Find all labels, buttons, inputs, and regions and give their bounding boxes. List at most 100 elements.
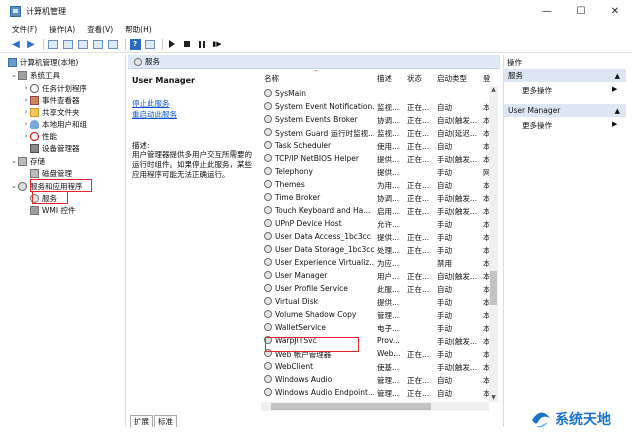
service-gear-icon [264,375,272,383]
service-startup-type: 手动 [437,324,452,333]
actions-section-user-manager[interactable]: User Manager ▲ [504,104,626,117]
vertical-scrollbar[interactable]: ▲ ▼ [489,86,498,402]
collapse-triangle-icon[interactable]: ▲ [615,107,620,115]
more-actions-services[interactable]: 更多操作 ▶ [522,85,617,96]
clock-icon [30,83,39,93]
table-row[interactable]: UPnP Device Host 允许... 手动本 [261,217,499,230]
collapse-triangle-icon[interactable]: ▲ [615,72,620,80]
tree-item-local-users[interactable]: › 本地用户和组 [22,118,87,130]
service-name: Windows Audio [275,375,333,384]
forward-arrow-icon[interactable]: ▶ [25,38,37,50]
table-row[interactable]: User Data Storage_1bc3cc 处理... 正在... 手动本 [261,243,499,256]
menu-help[interactable]: 帮助(H) [125,24,152,35]
properties-button[interactable] [107,38,119,50]
collapse-chevron-icon[interactable]: ⌄ [10,157,18,165]
view-tabs: 扩展 标准 [130,415,178,427]
service-name: UPnP Device Host [275,219,342,228]
service-status: 正在... [407,246,430,255]
tree-item-root[interactable]: 计算机管理(本地) [8,56,78,68]
column-header-startup-type[interactable]: 启动类型 [437,73,481,84]
tree-item-task-scheduler[interactable]: › 任务计划程序 [22,82,87,94]
service-description: 提供... [377,298,400,307]
tree-item-wmi[interactable]: WMI 控件 [30,204,75,216]
show-tree-button[interactable] [62,38,74,50]
table-row[interactable]: Windows Audio Endpoint... 管理... 正在... 自动本 [261,386,499,399]
table-row[interactable]: WalletService 电子... 手动本 [261,321,499,334]
table-row[interactable]: Virtual Disk 提供... 手动本 [261,295,499,308]
scroll-up-arrow-icon[interactable]: ▲ [489,86,498,94]
table-row[interactable]: System Event Notification... 监视... 正在... 自动… [261,100,499,113]
table-row[interactable]: User Manager 用户... 正在... 自动(触发... 本 [261,269,499,282]
expand-chevron-icon[interactable]: › [22,96,30,104]
maximize-button[interactable]: ☐ [564,0,598,22]
service-status: 正在... [407,194,430,203]
table-row[interactable]: Time Broker 协调... 正在... 手动(触发... 本 [261,191,499,204]
vertical-scroll-thumb[interactable] [490,271,497,305]
close-button[interactable]: ✕ [598,0,632,22]
horizontal-scroll-thumb[interactable] [271,403,431,410]
tree-item-shared-folders[interactable]: › 共享文件夹 [22,106,80,118]
menu-action[interactable]: 操作(A) [49,24,75,35]
service-status: 正在... [407,155,430,164]
service-startup-type: 手动 [437,233,452,242]
export-list-button[interactable] [92,38,104,50]
service-description: 为用... [377,181,400,190]
table-row[interactable]: System Guard 运行时监视... 监视... 正在... 自动(延迟... 本 [261,126,499,139]
more-actions-user-manager[interactable]: 更多操作 ▶ [522,120,617,131]
back-arrow-icon[interactable]: ◀ [10,38,22,50]
service-name: TCP/IP NetBIOS Helper [275,154,359,163]
column-header-name[interactable]: 名称 [264,73,374,84]
pause-service-button[interactable] [196,38,208,50]
submenu-arrow-icon: ▶ [612,85,618,93]
table-row[interactable]: Themes 为用... 正在... 自动本 [261,178,499,191]
horizontal-scrollbar[interactable] [261,402,489,411]
expand-chevron-icon[interactable]: › [22,84,30,92]
restart-service-button[interactable]: ▮▶ [211,38,223,50]
collapse-chevron-icon[interactable]: ⌄ [10,71,18,79]
collapse-chevron-icon[interactable]: ⌄ [10,182,18,190]
service-name: Volume Shadow Copy [275,310,357,319]
service-startup-type: 手动(触发... [437,194,478,203]
refresh-button[interactable] [77,38,89,50]
table-row[interactable]: WebClient 使基... 手动(触发... 本 [261,360,499,373]
stop-service-button[interactable] [181,38,193,50]
minimize-button[interactable]: — [530,0,564,22]
table-row[interactable]: Windows Audio 管理... 正在... 自动本 [261,373,499,386]
table-row[interactable]: User Profile Service 此服... 正在... 自动本 [261,282,499,295]
actions-section-label: User Manager [508,106,561,115]
help-button[interactable]: ? [129,38,141,50]
action-pane-button[interactable] [144,38,156,50]
tree-item-system-tools[interactable]: ⌄ 系统工具 [10,69,60,81]
start-service-button[interactable] [166,38,178,50]
tree-item-event-viewer[interactable]: › 事件查看器 [22,94,80,106]
up-level-button[interactable] [47,38,59,50]
table-row[interactable]: SysMain [261,87,499,100]
table-row[interactable]: TCP/IP NetBIOS Helper 提供... 正在... 手动(触发... 本 [261,152,499,165]
tab-standard[interactable]: 标准 [154,415,177,427]
actions-section-services[interactable]: 服务 ▲ [504,69,626,82]
tree-item-storage[interactable]: ⌄ 存储 [10,155,45,167]
table-row[interactable]: User Experience Virtualiz... 为应... 禁用本 [261,256,499,269]
table-row[interactable]: System Events Broker 协调... 正在... 自动(触发... 本 [261,113,499,126]
expand-chevron-icon[interactable]: › [22,108,30,116]
table-row[interactable]: Touch Keyboard and Ha... 启用... 正在... 手动(触发.… [261,204,499,217]
tree-item-device-manager[interactable]: 设备管理器 [30,142,80,154]
restart-service-link[interactable]: 重启动此服务 [132,109,177,120]
tree-item-performance[interactable]: › 性能 [22,130,57,142]
table-row[interactable]: Volume Shadow Copy 管理... 手动本 [261,308,499,321]
column-header-logon[interactable]: 登 [483,73,497,84]
stop-service-link[interactable]: 停止此服务 [132,98,170,109]
tab-extended[interactable]: 扩展 [130,415,153,427]
expand-chevron-icon[interactable]: › [22,132,30,140]
expand-chevron-icon[interactable]: › [22,120,30,128]
menu-view[interactable]: 查看(V) [87,24,113,35]
tree-item-disk-management[interactable]: 磁盘管理 [30,167,72,179]
watermark-logo-icon [532,412,550,428]
table-row[interactable]: Task Scheduler 使用... 正在... 自动本 [261,139,499,152]
column-header-status[interactable]: 状态 [407,73,435,84]
table-row[interactable]: User Data Access_1bc3cc 提供... 正在... 手动本 [261,230,499,243]
column-header-description[interactable]: 描述 [377,73,405,84]
table-row[interactable]: Telephony 提供... 手动网 [261,165,499,178]
scroll-down-arrow-icon[interactable]: ▼ [489,394,498,402]
menu-file[interactable]: 文件(F) [12,24,37,35]
